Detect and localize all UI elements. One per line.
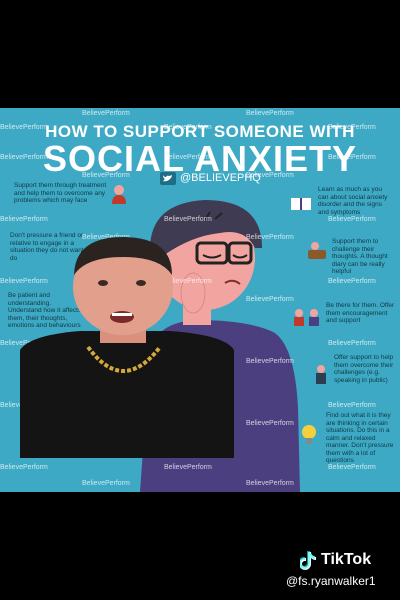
watermark: BelievePerform <box>0 216 48 223</box>
tiktok-watermark: TikTok <box>300 550 371 570</box>
tiktok-icon <box>300 551 316 570</box>
tip-learn-about: Learn as much as you can about social an… <box>318 186 388 216</box>
watermark: BelievePerform <box>164 124 212 131</box>
watermark: BelievePerform <box>164 216 212 223</box>
top-letterbox <box>0 0 400 108</box>
creator-username: @fs.ryanwalker1 <box>286 574 376 588</box>
tip-be-there: Be there for them. Offer them encouragem… <box>326 302 395 324</box>
watermark: BelievePerform <box>164 154 212 161</box>
watermark: BelievePerform <box>328 216 376 223</box>
watermark: BelievePerform <box>328 278 376 285</box>
watermark: BelievePerform <box>328 402 376 409</box>
tip-support-treatment: Support them through treatment and help … <box>14 182 107 204</box>
watermark: BelievePerform <box>328 154 376 161</box>
tip-offer-support: Offer support to help them overcome thei… <box>334 354 394 384</box>
person-support-icon <box>112 185 126 204</box>
tiktok-label: TikTok <box>321 551 372 568</box>
thought-diary-icon <box>308 242 326 259</box>
watermark: BelievePerform <box>82 110 130 117</box>
watermark: BelievePerform <box>328 464 376 471</box>
encouragement-icon <box>294 309 319 326</box>
watermark: BelievePerform <box>0 154 48 161</box>
book-learning-icon <box>291 198 311 210</box>
watermark: BelievePerform <box>0 124 48 131</box>
watermark: BelievePerform <box>82 172 130 179</box>
watermark: BelievePerform <box>246 296 294 303</box>
watermark: BelievePerform <box>246 234 294 241</box>
tip-find-out: Find out what it is they are thinking in… <box>326 412 394 464</box>
watermark: BelievePerform <box>82 480 130 487</box>
watermark: BelievePerform <box>328 124 376 131</box>
public-speaking-icon <box>316 365 326 384</box>
watermark: BelievePerform <box>328 340 376 347</box>
watermark: BelievePerform <box>246 172 294 179</box>
lightbulb-icon <box>302 425 316 444</box>
watermark: BelievePerform <box>246 420 294 427</box>
twitter-icon <box>160 171 176 185</box>
watermark: BelievePerform <box>164 464 212 471</box>
watermark: BelievePerform <box>246 480 294 487</box>
watermark: BelievePerform <box>246 358 294 365</box>
tip-challenge-thoughts: Support them to challenge their thoughts… <box>332 238 388 275</box>
watermark: BelievePerform <box>0 464 48 471</box>
watermark: BelievePerform <box>246 110 294 117</box>
creator-video-overlay <box>20 237 234 458</box>
